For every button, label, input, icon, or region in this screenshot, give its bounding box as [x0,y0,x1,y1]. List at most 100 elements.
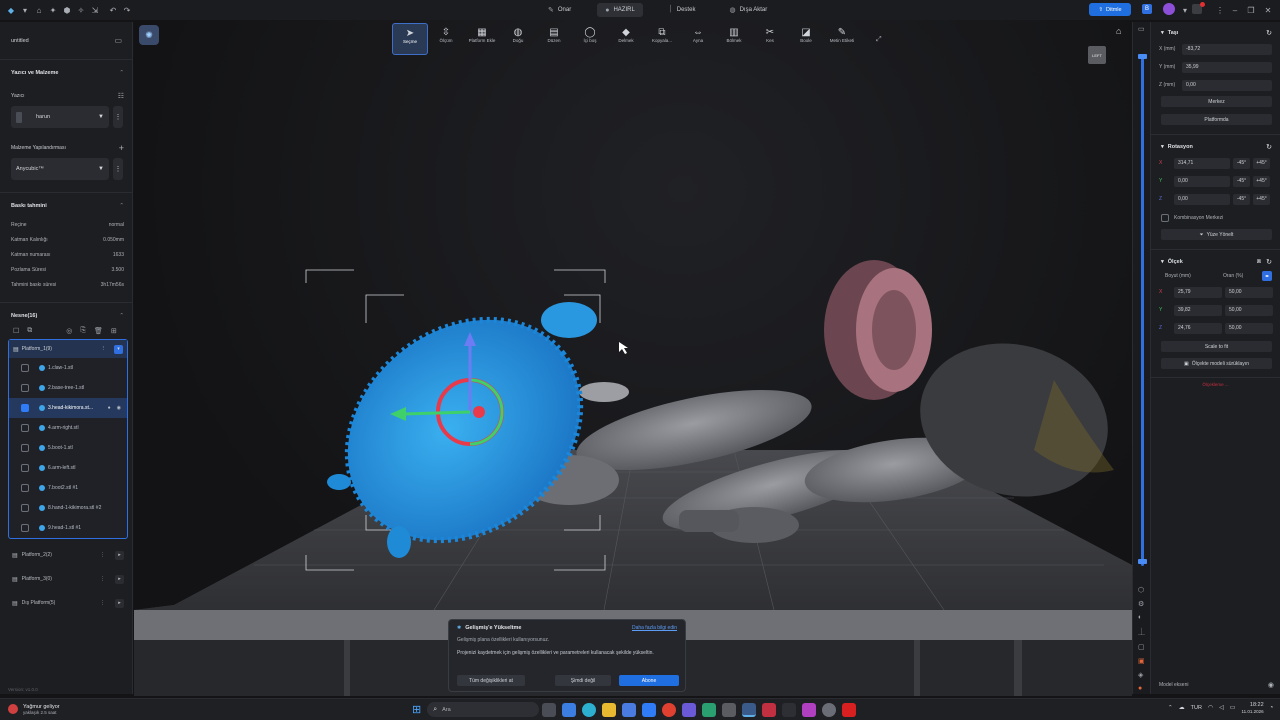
layer-slider[interactable] [1141,56,1144,566]
chevron-down-icon-2[interactable]: ▾ [1178,3,1192,17]
printer-settings-icon[interactable]: ☷ [118,92,124,100]
select-all-icon[interactable]: ☐ [13,327,19,335]
tool-layout[interactable]: ▤ Düzen [536,23,572,55]
settings-app-icon[interactable] [822,702,837,717]
drag-scale-button[interactable]: ▣ Ölçekte modeli sürüklayın [1161,358,1272,369]
reset-move-icon[interactable]: ↻ [1266,29,1272,37]
object-row[interactable]: 1.claw-1.stl [9,358,127,378]
face-align-button[interactable]: ⏷ Yüze Yönelt [1161,229,1272,240]
platform-1-row[interactable]: ▤ Platform_1(9) ⋮ ▾ [9,340,127,358]
tool-mirror[interactable]: ⇔ Ayna [680,23,716,55]
object-checkbox[interactable] [21,404,29,412]
object-checkbox[interactable] [21,444,29,452]
tool-boolean[interactable]: ◪ Boole [788,23,824,55]
pdf-icon[interactable] [842,702,857,717]
platform-row[interactable]: ▤ Dış Platform(5) ⋮ ▸ [0,591,132,615]
rotate-minus-button[interactable]: -45° [1233,193,1250,205]
export-icon[interactable]: ⇲ [88,3,102,17]
material-select[interactable]: Anycubic™ ▼ [11,158,109,180]
layers-icon[interactable]: ◈ [1138,671,1145,679]
rotation-section-header[interactable]: ▾ Rotasyon ↻ [1151,140,1280,154]
object-checkbox[interactable] [21,504,29,512]
layer-slider-top-handle[interactable] [1138,54,1147,59]
on-platform-button[interactable]: Platformda [1161,114,1272,125]
rotation-input[interactable]: 0,00 [1174,175,1230,187]
platform-more-icon[interactable]: ⋮ [100,600,105,606]
platform-more-icon[interactable]: ⋮ [100,552,105,558]
app-badge-icon[interactable]: ✺ [139,25,159,45]
objects-section-header[interactable]: Nesne(16) ⌃ [0,309,132,323]
object-row[interactable]: 5.boot-1.stl [9,438,127,458]
uniform-scale-toggle[interactable]: ⚭ [1262,271,1272,281]
tool-cut[interactable]: ✂ Kes [752,23,788,55]
mail-icon[interactable] [642,702,657,717]
scale-size-input[interactable]: 25,79 [1174,286,1222,298]
platform-expand-icon[interactable]: ▸ [115,550,124,560]
rotate-plus-button[interactable]: +45° [1253,193,1270,205]
cube-view-icon[interactable]: ⬡ [1138,586,1145,594]
scale-ratio-input[interactable]: 50,00 [1225,304,1273,316]
vpn-icon[interactable] [702,702,717,717]
support-toggle-icon[interactable]: ⬢ [60,3,74,17]
battery-icon[interactable]: ▭ [1230,704,1236,711]
language-indicator[interactable]: TUR [1191,705,1202,711]
object-checkbox[interactable] [21,364,29,372]
store-icon[interactable] [622,702,637,717]
slicer-app-icon[interactable] [742,702,757,717]
rotate-plus-button[interactable]: +45° [1253,157,1270,169]
dot-icon[interactable]: ● [1138,685,1145,692]
tool-text-label[interactable]: ✎ Metin Etiketi [824,23,860,55]
center-button[interactable]: Merkez [1161,96,1272,107]
estimate-section-header[interactable]: Baskı tahmini ⌃ [0,199,132,213]
view-cube[interactable]: LEFT [1088,46,1106,64]
subscribe-button[interactable]: Abone [619,675,679,686]
material-more-icon[interactable]: ⋮ [113,158,123,180]
tool-add-platform[interactable]: ▦ Platform Ekle [464,23,500,55]
tool-measure[interactable]: ⇳ Ölçüm [428,23,464,55]
upgrade-button[interactable]: ⇧ Ditmle [1089,3,1131,16]
account-b-icon[interactable]: B [1142,4,1152,14]
combo-center-checkbox[interactable] [1161,214,1169,222]
clock[interactable]: 18:22 11.01.2026 [1241,702,1263,714]
move-section-header[interactable]: ▾ Taşı ↻ [1151,26,1280,40]
tool-hollow[interactable]: ◯ İçi boş [572,23,608,55]
rotate-minus-button[interactable]: -45° [1233,157,1250,169]
group-icon[interactable]: ◎ [66,327,72,335]
explorer-icon[interactable] [602,702,617,717]
eye-icon[interactable]: ◉ [1268,681,1274,689]
tab-prepare[interactable]: ● HAZIRL [597,3,643,17]
platform-row[interactable]: ▤ Platform_3(0) ⋮ ▸ [0,567,132,591]
teams-icon[interactable] [682,702,697,717]
home-icon[interactable]: ⌂ [32,3,46,17]
learn-more-link[interactable]: Daha fazla bilgi edin [632,625,677,631]
object-checkbox[interactable] [21,424,29,432]
close-icon[interactable]: ✕ [1261,3,1275,17]
platform-more-icon[interactable]: ⋮ [101,346,107,352]
3d-viewport[interactable]: ➤ Seçme ⇳ Ölçüm ▦ Platform Ekle ◍ Doğu ▤… [134,20,1132,696]
discard-changes-button[interactable]: Tüm değişiklikleri at [457,675,525,686]
x-input[interactable]: -83,72 [1182,43,1272,55]
object-row[interactable]: 9.head-1.stl #1 [9,518,127,538]
rotation-input[interactable]: 314,71 [1174,157,1230,169]
collapse-toolbar-icon[interactable]: ⤢ [876,36,882,44]
platform-row[interactable]: ▤ Platform_2(2) ⋮ ▸ [0,543,132,567]
reset-rotation-icon[interactable]: ↻ [1266,143,1272,151]
platform-expand-icon[interactable]: ▸ [115,598,124,608]
tab-support[interactable]: ⏐ Destek [661,3,704,17]
file-name[interactable]: untitled [11,38,29,44]
object-checkbox[interactable] [21,484,29,492]
printer-select[interactable]: harun ▼ [11,106,109,128]
app-logo-icon[interactable]: ◆ [4,3,18,17]
reset-scale-icon[interactable]: ↻ [1266,258,1272,266]
tool-orient[interactable]: ◍ Doğu [500,23,536,55]
notifications-icon[interactable]: ◔ [1270,705,1274,711]
copy-icon[interactable]: ⎘ [80,327,86,335]
menu-icon[interactable]: ⋮ [1213,3,1227,17]
object-checkbox[interactable] [21,524,29,532]
object-row[interactable]: 4.arm-right.stl [9,418,127,438]
not-now-button[interactable]: Şimdi değil [555,675,611,686]
scale-ratio-input[interactable]: 50,00 [1225,286,1273,298]
task-view-icon[interactable] [542,702,557,717]
object-row[interactable]: 8.hand-1-kikimora.stl #2 [9,498,127,518]
home-view-icon[interactable]: ⌂ [1116,26,1121,36]
